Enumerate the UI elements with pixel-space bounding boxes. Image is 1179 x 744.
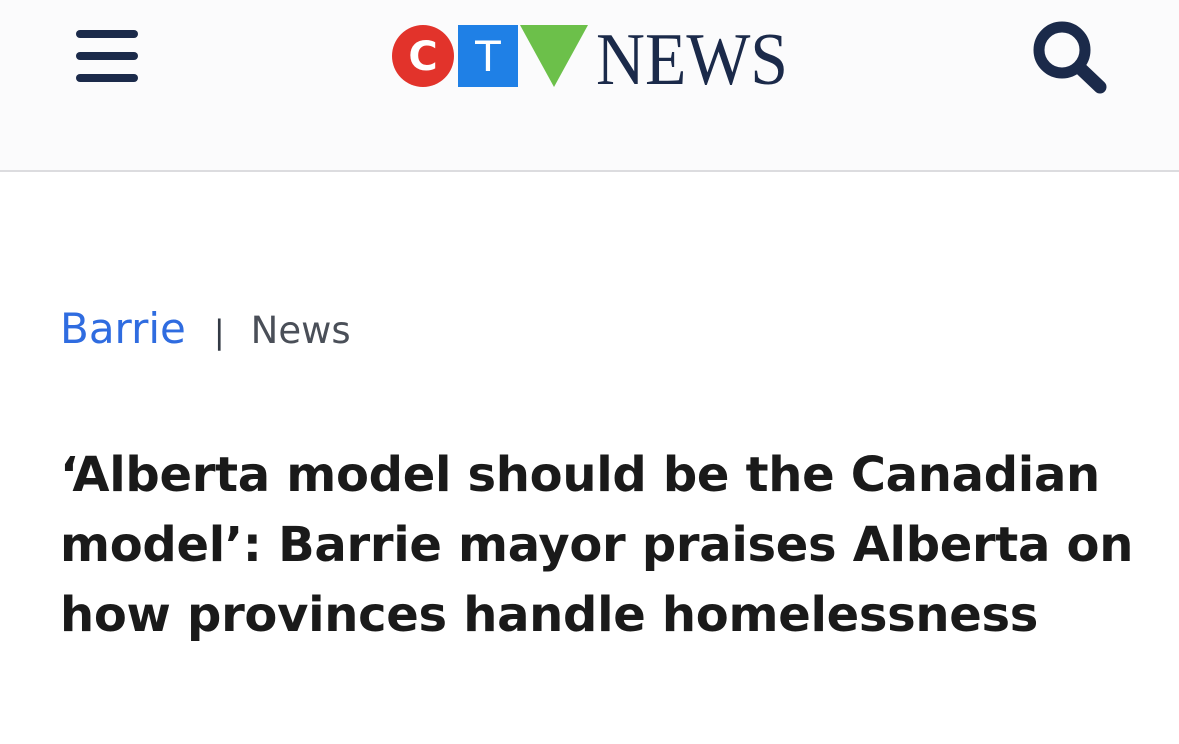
logo-v-triangle xyxy=(520,25,588,87)
search-button[interactable] xyxy=(1030,16,1112,96)
article-headline: ‘Alberta model should be the Canadian mo… xyxy=(60,447,1134,643)
hamburger-menu-icon-bar xyxy=(76,52,138,60)
breadcrumb-section-link[interactable]: Barrie xyxy=(60,304,186,353)
ctv-news-logo-graphic: C T NEWS xyxy=(392,20,788,92)
search-icon xyxy=(1033,21,1107,94)
logo-letter-t: T xyxy=(474,32,501,81)
hamburger-menu-icon xyxy=(76,30,138,38)
breadcrumb-category: News xyxy=(250,309,351,352)
hamburger-menu-icon-bar xyxy=(76,74,138,82)
site-header: C T NEWS xyxy=(0,0,1179,172)
breadcrumb-separator: | xyxy=(213,313,225,351)
breadcrumb: Barrie | News xyxy=(60,304,351,364)
logo-wordmark: NEWS xyxy=(596,20,788,92)
ctv-news-logo[interactable]: C T NEWS xyxy=(390,20,792,92)
hamburger-menu-button[interactable] xyxy=(72,26,142,86)
logo-letter-c: C xyxy=(408,34,437,80)
